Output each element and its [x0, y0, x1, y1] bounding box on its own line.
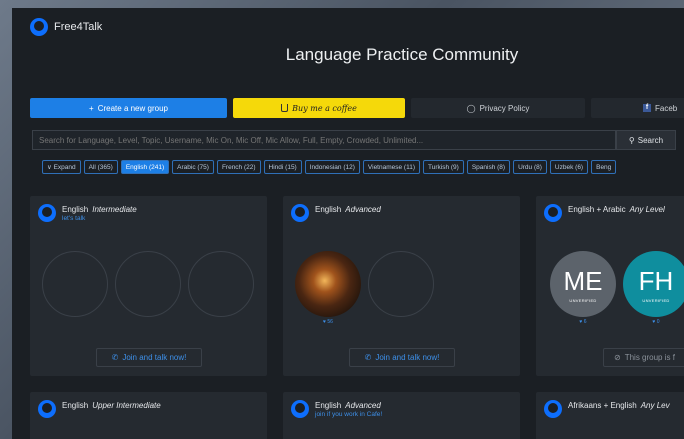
- facebook-button[interactable]: f Faceb: [591, 98, 684, 118]
- card-header: English Advanced: [291, 204, 381, 222]
- filter-english[interactable]: English (241): [120, 160, 170, 174]
- card-level: Advanced: [345, 401, 381, 410]
- privacy-policy-button[interactable]: ◯ Privacy Policy: [411, 98, 585, 118]
- filter-uzbek[interactable]: Uzbek (6): [549, 160, 589, 174]
- privacy-policy-label: Privacy Policy: [479, 103, 530, 113]
- create-group-label: Create a new group: [97, 103, 168, 113]
- member-avatar[interactable]: ME UNVERIFIED: [550, 251, 616, 317]
- join-button[interactable]: ✆ Join and talk now!: [349, 348, 455, 367]
- card-language: English: [315, 401, 342, 410]
- buy-coffee-label: Buy me a coffee: [292, 103, 357, 113]
- block-icon: ⊘: [614, 353, 621, 362]
- member-likes: ♥ 0: [652, 319, 660, 325]
- filter-spanish[interactable]: Spanish (8): [466, 160, 511, 174]
- card-topic: let's talk: [62, 215, 86, 222]
- card-header: Afrikaans + English Any Lev: [544, 400, 670, 418]
- group-card: English Advanced ♥ 56 ✆ Join and talk now…: [283, 196, 520, 376]
- group-full-button[interactable]: ⊘ This group is f: [603, 348, 684, 367]
- empty-seat[interactable]: [188, 251, 254, 317]
- card-language: English + Arabic: [568, 205, 626, 214]
- facebook-label: Faceb: [655, 103, 678, 113]
- empty-seat[interactable]: [42, 251, 108, 317]
- filter-bengali[interactable]: Beng: [591, 160, 617, 174]
- group-card: English Upper Intermediate: [30, 392, 267, 439]
- language-flag-icon: [544, 400, 562, 418]
- filter-expand[interactable]: ∨ Expand: [42, 160, 81, 174]
- card-level: Any Lev: [640, 401, 670, 410]
- plus-icon: +: [89, 103, 94, 113]
- language-flag-icon: [291, 400, 309, 418]
- coffee-cup-icon: [281, 104, 289, 112]
- card-language: English: [62, 401, 89, 410]
- language-flag-icon: [544, 204, 562, 222]
- filter-all[interactable]: All (365): [83, 160, 118, 174]
- filter-turkish[interactable]: Turkish (9): [423, 160, 464, 174]
- language-flag-icon: [38, 400, 56, 418]
- card-level: Advanced: [345, 205, 381, 214]
- unverified-badge: UNVERIFIED: [569, 297, 597, 303]
- card-level: Intermediate: [92, 205, 137, 214]
- search-button[interactable]: ⚲ Search: [616, 130, 676, 150]
- group-card: English Advanced join if you work in Cafe…: [283, 392, 520, 439]
- search-button-label: Search: [637, 135, 664, 145]
- site-logo[interactable]: Free4Talk: [30, 18, 102, 36]
- create-group-button[interactable]: + Create a new group: [30, 98, 227, 118]
- card-level: Upper Intermediate: [92, 401, 161, 410]
- page-title: Language Practice Community: [285, 45, 519, 64]
- phone-icon: ✆: [111, 353, 119, 362]
- language-flag-icon: [38, 204, 56, 222]
- member-likes: ♥ 6: [579, 319, 587, 325]
- card-level: Any Level: [629, 205, 665, 214]
- join-button[interactable]: ✆ Join and talk now!: [96, 348, 202, 367]
- search-bar: ⚲ Search: [32, 130, 676, 150]
- card-topic: join if you work in Cafe!: [315, 411, 383, 418]
- facebook-icon: f: [643, 104, 651, 112]
- top-actions: + Create a new group Buy me a coffee ◯ P…: [30, 98, 684, 118]
- card-header: English Upper Intermediate: [38, 400, 161, 418]
- join-button-label: Join and talk now!: [375, 353, 440, 362]
- free4talk-logo-icon: [30, 18, 48, 36]
- group-card: English + Arabic Any Level ME UNVERIFIED …: [536, 196, 684, 376]
- card-language: English: [315, 205, 342, 214]
- filter-vietnamese[interactable]: Vietnamese (11): [362, 160, 420, 174]
- member-avatar[interactable]: [295, 251, 361, 317]
- phone-icon: ✆: [364, 353, 372, 362]
- card-language: English: [62, 205, 89, 214]
- group-full-label: This group is f: [624, 353, 675, 362]
- empty-seat[interactable]: [368, 251, 434, 317]
- buy-coffee-button[interactable]: Buy me a coffee: [233, 98, 405, 118]
- search-icon: ⚲: [628, 135, 635, 145]
- shield-icon: ◯: [466, 103, 476, 113]
- language-flag-icon: [291, 204, 309, 222]
- language-filter-bar: ∨ Expand All (365) English (241) Arabic …: [42, 160, 617, 174]
- unverified-badge: UNVERIFIED: [642, 297, 670, 303]
- card-header: English + Arabic Any Level: [544, 204, 665, 222]
- member-avatar[interactable]: FH UNVERIFIED: [623, 251, 684, 317]
- app-window: Free4Talk Language Practice Community + …: [12, 8, 684, 439]
- member-initials: FH: [638, 265, 674, 296]
- card-header: English Advanced join if you work in Cafe…: [291, 400, 382, 418]
- card-language: Afrikaans + English: [568, 401, 637, 410]
- search-input[interactable]: [32, 130, 616, 150]
- group-card: English Intermediate let's talk ✆ Join an…: [30, 196, 267, 376]
- filter-urdu[interactable]: Urdu (8): [513, 160, 547, 174]
- filter-hindi[interactable]: Hindi (15): [263, 160, 302, 174]
- group-card: Afrikaans + English Any Lev: [536, 392, 684, 439]
- filter-arabic[interactable]: Arabic (75): [172, 160, 214, 174]
- card-header: English Intermediate let's talk: [38, 204, 137, 222]
- member-likes: ♥ 56: [323, 319, 333, 325]
- logo-text: Free4Talk: [54, 21, 103, 33]
- filter-indonesian[interactable]: Indonesian (12): [304, 160, 360, 174]
- join-button-label: Join and talk now!: [122, 353, 187, 362]
- empty-seat[interactable]: [115, 251, 181, 317]
- member-initials: ME: [563, 265, 603, 296]
- filter-french[interactable]: French (22): [216, 160, 261, 174]
